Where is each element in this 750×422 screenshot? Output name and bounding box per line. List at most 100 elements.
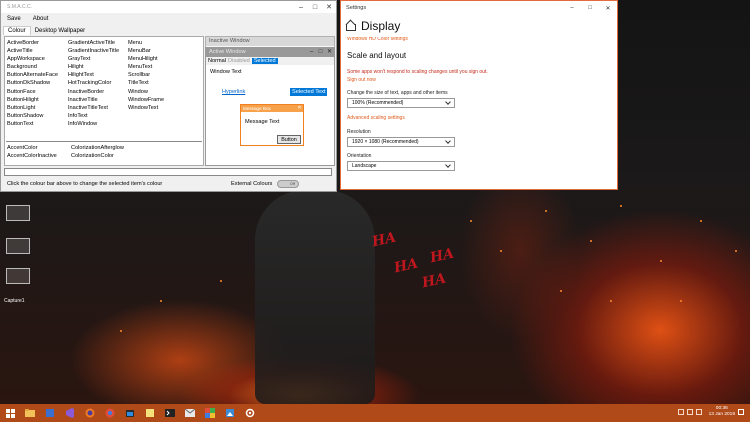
- mail-icon[interactable]: [183, 406, 197, 420]
- scale-dropdown[interactable]: 100% (Recommended): [347, 98, 455, 108]
- window-text-sample[interactable]: Window Text: [210, 69, 242, 75]
- list-item[interactable]: GradientActiveTitle: [68, 39, 119, 47]
- minimize-icon[interactable]: –: [563, 2, 581, 14]
- list-item[interactable]: AccentColor: [7, 144, 37, 152]
- list-item[interactable]: ColorizationColor: [71, 152, 114, 160]
- menu-save[interactable]: Save: [1, 16, 27, 22]
- active-window-title: Active Window: [209, 49, 246, 55]
- clock[interactable]: 00:36 13 Jan 2019: [709, 406, 735, 418]
- state-selected[interactable]: Selected: [251, 58, 278, 64]
- menu-about[interactable]: About: [27, 16, 55, 22]
- hyperlink-sample[interactable]: Hyperlink: [222, 89, 245, 95]
- list-item[interactable]: InactiveTitle: [68, 96, 119, 104]
- list-item[interactable]: ButtonDkShadow: [7, 79, 58, 87]
- start-icon[interactable]: [3, 406, 17, 420]
- list-item[interactable]: InactiveBorder: [68, 88, 119, 96]
- ember: [560, 290, 562, 292]
- chrome-icon[interactable]: [103, 406, 117, 420]
- smacc-taskbar-icon[interactable]: [203, 406, 217, 420]
- list-item[interactable]: InactiveTitleText: [68, 104, 119, 112]
- list-item[interactable]: Menu: [128, 39, 164, 47]
- list-item[interactable]: WindowText: [128, 104, 164, 112]
- state-normal[interactable]: Normal: [208, 58, 226, 64]
- orientation-dropdown[interactable]: Landscape: [347, 161, 455, 171]
- orientation-value: Landscape: [352, 163, 377, 169]
- list-item[interactable]: ButtonHilight: [7, 96, 58, 104]
- colour-list-column: ActiveBorder ActiveTitle AppWorkspace Ba…: [7, 39, 58, 128]
- keyboard-icon[interactable]: [695, 409, 702, 415]
- list-item[interactable]: Scrollbar: [128, 71, 164, 79]
- message-box-preview[interactable]: Message Box ✕ Message Text Button: [240, 104, 304, 146]
- close-icon: ✕: [326, 49, 333, 55]
- maximize-icon[interactable]: □: [308, 1, 322, 13]
- list-item[interactable]: ButtonShadow: [7, 112, 58, 120]
- scale-label: Change the size of text, apps and other …: [347, 90, 448, 96]
- list-item[interactable]: Window: [128, 88, 164, 96]
- list-item[interactable]: ActiveTitle: [7, 47, 58, 55]
- sticky-notes-icon[interactable]: [143, 406, 157, 420]
- list-item[interactable]: ButtonFace: [7, 88, 58, 96]
- window-title: S.M.A.C.C.: [7, 4, 33, 10]
- list-item[interactable]: ButtonLight: [7, 104, 58, 112]
- list-item[interactable]: GradientInactiveTitle: [68, 47, 119, 55]
- terminal-icon[interactable]: [163, 406, 177, 420]
- list-item[interactable]: AppWorkspace: [7, 55, 58, 63]
- list-item[interactable]: InfoWindow: [68, 120, 119, 128]
- desktop-icon[interactable]: [6, 268, 30, 284]
- list-item[interactable]: HotTrackingColor: [68, 79, 119, 87]
- desktop-icon[interactable]: [6, 205, 30, 221]
- home-icon[interactable]: [345, 21, 356, 31]
- menu-state-row: Normal Disabled Selected: [206, 57, 334, 65]
- photos-icon[interactable]: [223, 406, 237, 420]
- list-item[interactable]: MenuText: [128, 63, 164, 71]
- advanced-scaling-link[interactable]: Advanced scaling settings: [347, 115, 613, 121]
- list-item[interactable]: Background: [7, 63, 58, 71]
- close-icon[interactable]: ✕: [322, 1, 336, 13]
- list-item[interactable]: GrayText: [68, 55, 119, 63]
- list-item[interactable]: TitleText: [128, 79, 164, 87]
- list-item[interactable]: WindowFrame: [128, 96, 164, 104]
- list-item[interactable]: ButtonText: [7, 120, 58, 128]
- hd-color-settings-link[interactable]: Windows HD Color settings: [347, 37, 613, 41]
- maximize-icon[interactable]: □: [581, 2, 599, 14]
- wallpaper-figure: [255, 190, 375, 404]
- visual-studio-icon[interactable]: [63, 406, 77, 420]
- notifications-icon[interactable]: [738, 409, 744, 415]
- settings-body: Windows HD Color settings Scale and layo…: [347, 37, 613, 171]
- settings-titlebar[interactable]: Settings – □ ✕: [341, 1, 617, 15]
- desktop-icon-label[interactable]: Capture1: [4, 298, 25, 304]
- firefox-icon[interactable]: [83, 406, 97, 420]
- desktop-icon[interactable]: [6, 238, 30, 254]
- state-disabled[interactable]: Disabled: [228, 58, 250, 64]
- list-item[interactable]: MenuHilight: [128, 55, 164, 63]
- list-item[interactable]: Hilight: [68, 63, 119, 71]
- file-explorer-icon[interactable]: [23, 406, 37, 420]
- list-item[interactable]: MenuBar: [128, 47, 164, 55]
- store-icon[interactable]: [123, 406, 137, 420]
- selected-text-sample[interactable]: Selected Text: [290, 88, 328, 96]
- sign-out-link[interactable]: Sign out now: [347, 77, 613, 83]
- active-window-preview[interactable]: Active Window – □ ✕ Normal Disabled Sele…: [205, 47, 335, 166]
- list-item[interactable]: InfoText: [68, 112, 119, 120]
- list-item[interactable]: AccentColorInactive: [7, 152, 57, 160]
- external-colours-toggle[interactable]: Off: [277, 180, 299, 188]
- app-icon[interactable]: [43, 406, 57, 420]
- settings-gear-icon[interactable]: [243, 406, 257, 420]
- colour-bar[interactable]: [4, 168, 332, 176]
- network-icon[interactable]: [677, 409, 684, 415]
- volume-icon[interactable]: [686, 409, 693, 415]
- list-item[interactable]: ActiveBorder: [7, 39, 58, 47]
- active-window-titlebar[interactable]: Active Window – □ ✕: [206, 48, 334, 57]
- ember: [220, 280, 222, 282]
- close-icon[interactable]: ✕: [599, 2, 617, 14]
- list-item[interactable]: ColorizationAfterglow: [71, 144, 124, 152]
- smacc-titlebar[interactable]: S.M.A.C.C. – □ ✕: [1, 1, 336, 13]
- list-item[interactable]: HilightText: [68, 71, 119, 79]
- minimize-icon[interactable]: –: [294, 1, 308, 13]
- list-item[interactable]: ButtonAlternateFace: [7, 71, 58, 79]
- tab-colour[interactable]: Colour: [3, 26, 31, 35]
- message-box-button[interactable]: Button: [277, 135, 301, 144]
- wallpaper-ha-text: HA: [370, 229, 398, 251]
- tab-desktop-wallpaper[interactable]: Desktop Wallpaper: [31, 27, 89, 35]
- resolution-dropdown[interactable]: 1920 × 1080 (Recommended): [347, 137, 455, 147]
